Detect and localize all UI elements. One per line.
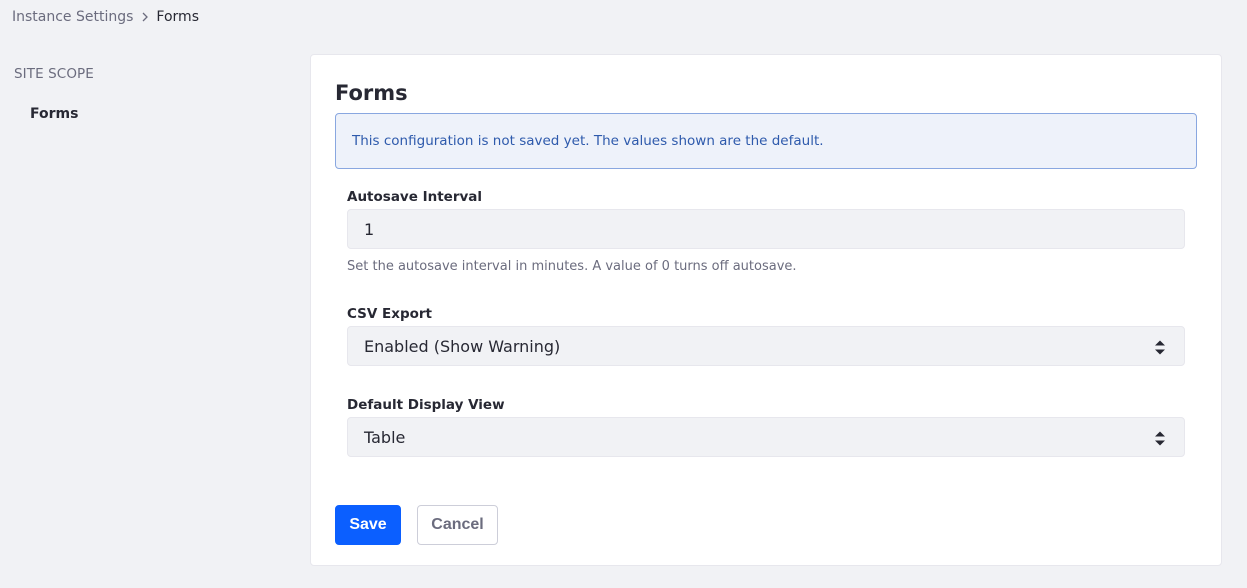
autosave-interval-label: Autosave Interval bbox=[347, 189, 483, 205]
configuration-sheet: Forms This configuration is not saved ye… bbox=[310, 54, 1222, 566]
breadcrumb-link-instance-settings[interactable]: Instance Settings bbox=[12, 9, 133, 25]
cancel-button[interactable]: Cancel bbox=[417, 505, 498, 545]
save-button[interactable]: Save bbox=[335, 505, 401, 545]
default-display-view-select[interactable]: Table bbox=[347, 417, 1185, 457]
csv-export-field: CSV Export Enabled (Show Warning) bbox=[347, 306, 1185, 366]
select-caret-icon bbox=[1155, 340, 1165, 355]
chevron-right-icon bbox=[142, 12, 149, 22]
select-caret-icon bbox=[1155, 431, 1165, 446]
breadcrumb: Instance Settings Forms bbox=[12, 7, 199, 27]
autosave-interval-value: 1 bbox=[364, 219, 375, 239]
info-alert: This configuration is not saved yet. The… bbox=[335, 113, 1197, 169]
csv-export-value: Enabled (Show Warning) bbox=[364, 336, 561, 356]
breadcrumb-current: Forms bbox=[156, 9, 199, 25]
sidebar-scope-title: SITE SCOPE bbox=[14, 66, 94, 82]
default-display-view-field: Default Display View Table bbox=[347, 397, 1185, 457]
autosave-interval-input[interactable]: 1 bbox=[347, 209, 1185, 249]
csv-export-label: CSV Export bbox=[347, 306, 433, 322]
sidebar-item-forms[interactable]: Forms bbox=[30, 106, 294, 122]
autosave-interval-help: Set the autosave interval in minutes. A … bbox=[347, 259, 797, 274]
default-display-view-value: Table bbox=[364, 427, 406, 447]
default-display-view-label: Default Display View bbox=[347, 397, 505, 413]
sidebar: SITE SCOPE Forms bbox=[14, 66, 294, 122]
csv-export-select[interactable]: Enabled (Show Warning) bbox=[347, 326, 1185, 366]
page-title: Forms bbox=[335, 81, 408, 105]
autosave-interval-field: Autosave Interval 1 Set the autosave int… bbox=[347, 189, 1185, 274]
